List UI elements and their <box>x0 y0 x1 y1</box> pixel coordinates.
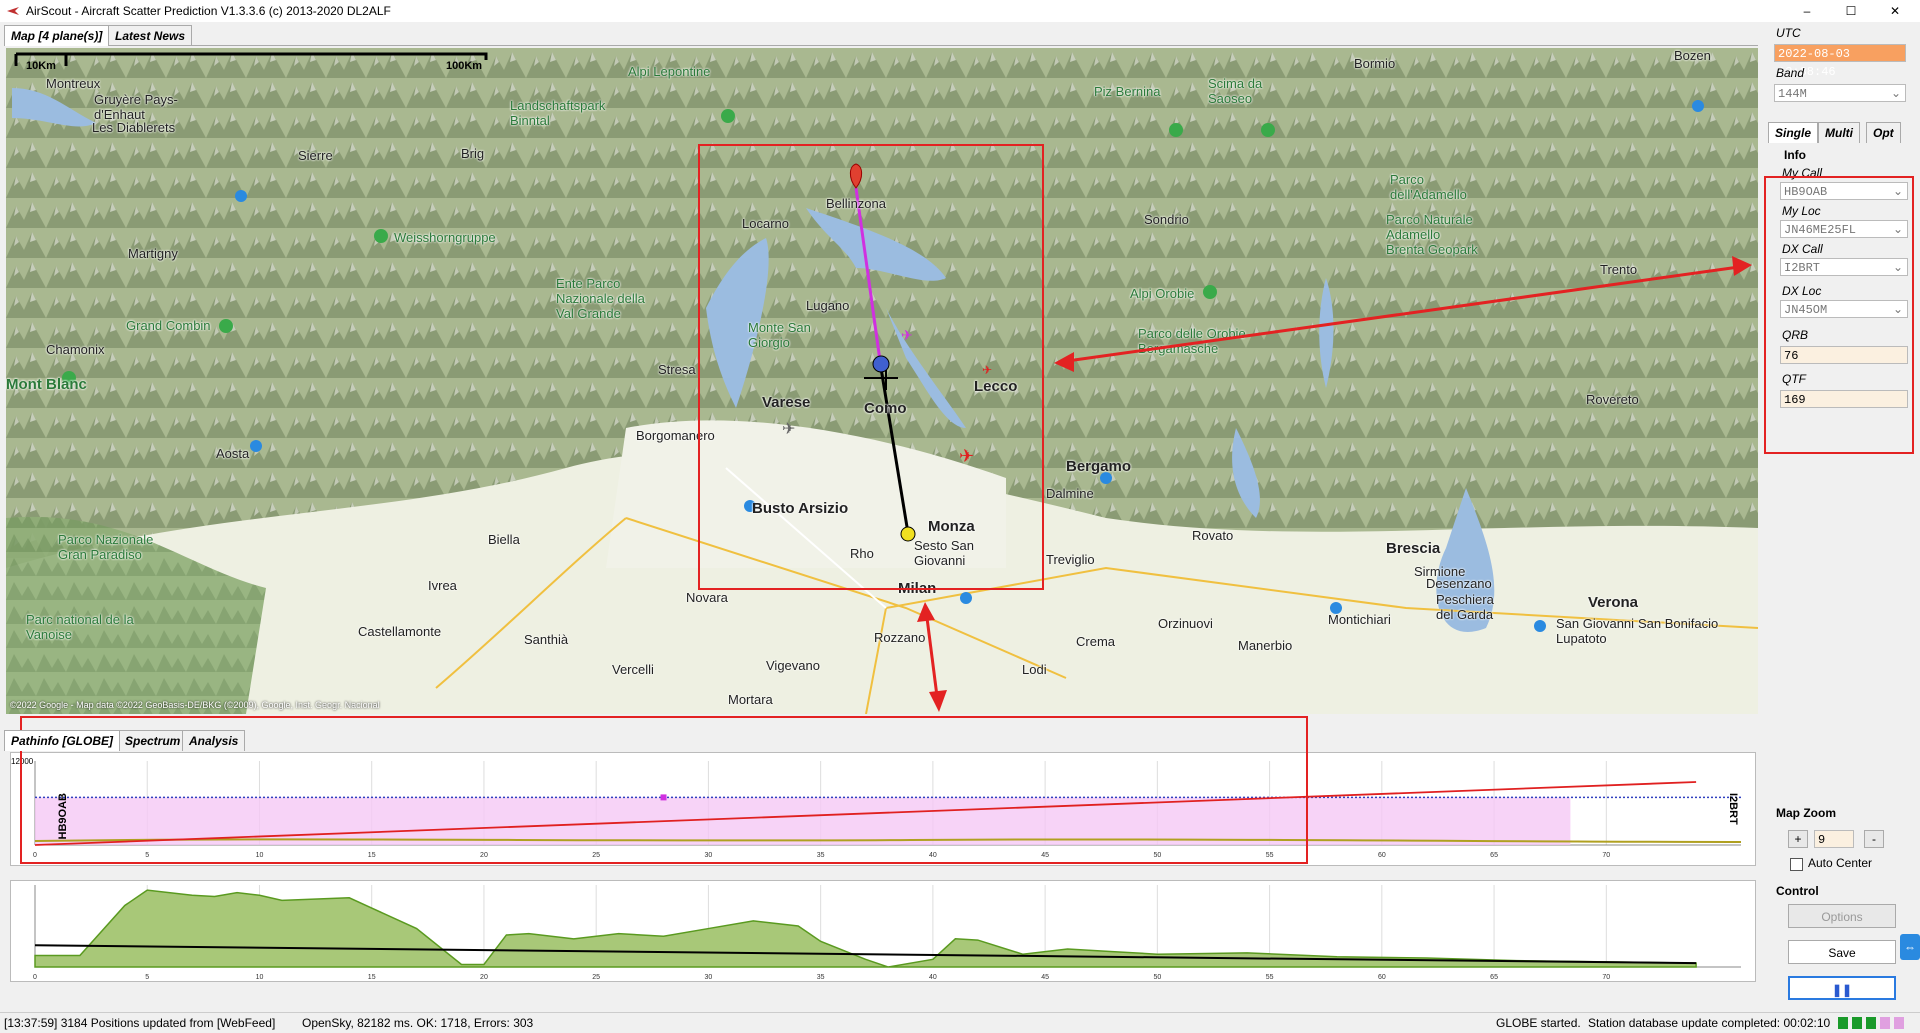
tab-map[interactable]: Map [4 plane(s)] <box>4 25 110 46</box>
status-opensky: OpenSky, 82182 ms. OK: 1718, Errors: 303 <box>302 1016 534 1030</box>
status-globe: GLOBE started. <box>1496 1016 1581 1030</box>
tab-pathinfo[interactable]: Pathinfo [GLOBE] <box>4 730 120 751</box>
annotation-arrows <box>917 256 1752 712</box>
status-indicator <box>1866 1017 1876 1029</box>
status-indicator <box>1880 1017 1890 1029</box>
status-indicator <box>1838 1017 1848 1029</box>
status-indicator <box>1852 1017 1862 1029</box>
status-indicator <box>1894 1017 1904 1029</box>
tab-pathinfo-label: Pathinfo [GLOBE] <box>11 734 113 748</box>
tab-single[interactable]: Single <box>1768 122 1819 143</box>
status-positions: [13:37:59] 3184 Positions updated from [… <box>4 1016 276 1030</box>
tab-map-label: Map [4 plane(s)] <box>11 29 103 43</box>
tab-single-label: Single <box>1775 126 1812 140</box>
status-bar: [13:37:59] 3184 Positions updated from [… <box>0 1012 1920 1033</box>
status-db: Station database update completed: 00:02… <box>1588 1016 1831 1030</box>
